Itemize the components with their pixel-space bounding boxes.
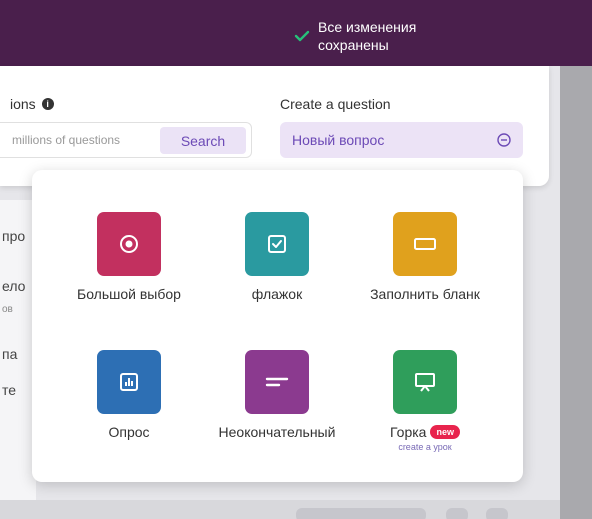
checkbox-icon: [268, 235, 286, 253]
background-list: про ело ов па те: [0, 200, 36, 510]
question-type-fill-blank[interactable]: Заполнить бланк: [350, 212, 500, 302]
save-status-text: Все изменения сохранены: [318, 18, 448, 54]
multiple-choice-tile: [97, 212, 161, 276]
top-bar: Все изменения сохранены: [0, 0, 592, 66]
bottom-control: [446, 508, 468, 519]
slide-tile: [393, 350, 457, 414]
background-text: ов: [2, 304, 13, 315]
search-box: millions of questions Search: [0, 122, 252, 158]
slide-icon: [415, 373, 435, 392]
create-question-dropdown[interactable]: Новый вопрос: [280, 122, 523, 158]
info-icon[interactable]: i: [41, 98, 54, 110]
question-type-checkbox[interactable]: флажок: [202, 212, 352, 302]
open-ended-tile: [245, 350, 309, 414]
poll-icon: [120, 373, 138, 391]
poll-tile: [97, 350, 161, 414]
background-text: па: [2, 346, 18, 362]
create-question-label: Create a question: [280, 96, 391, 112]
collapse-icon[interactable]: [497, 133, 511, 147]
bottom-control: [486, 508, 508, 519]
background-text: про: [2, 228, 26, 244]
checkbox-tile: [245, 212, 309, 276]
slide-label: Горка: [390, 424, 427, 440]
question-type-label: флажок: [202, 286, 352, 302]
question-type-label: Опрос: [54, 424, 204, 440]
question-type-poll[interactable]: Опрос: [54, 350, 204, 440]
blank-icon: [414, 238, 436, 250]
question-type-slide[interactable]: Горка new create a урок: [350, 350, 500, 452]
slide-sublabel: create a урок: [398, 442, 452, 452]
question-type-label: Неоконча­тельный: [202, 424, 352, 440]
new-badge: new: [430, 425, 460, 439]
poll-label: Опрос: [108, 424, 150, 440]
question-type-label: Заполнить бланк: [350, 286, 500, 302]
fill-blank-tile: [393, 212, 457, 276]
bottom-control: [296, 508, 426, 519]
right-gutter: [560, 66, 592, 519]
checkbox-label: флажок: [251, 286, 303, 302]
checkmark-icon: [294, 30, 310, 42]
background-text: ело: [2, 278, 26, 294]
question-type-label: Горка new: [350, 424, 500, 440]
background-text: те: [2, 382, 17, 398]
save-status-line1: Все изменения: [318, 19, 417, 35]
open-ended-icon: [265, 377, 289, 387]
radio-icon: [120, 235, 138, 253]
save-status-line2: сохранены: [318, 37, 389, 53]
question-type-menu: Большой выбор флажок Заполнить бланк Опр…: [32, 170, 523, 482]
question-type-label: Большой выбор: [54, 286, 204, 302]
search-label-text: ions: [10, 96, 36, 112]
fill-blank-label: Заполнить бланк: [370, 286, 480, 302]
bottom-toolbar: [0, 500, 560, 519]
search-input[interactable]: millions of questions: [12, 133, 120, 147]
multiple-choice-label: Большой выбор: [77, 286, 181, 302]
search-label: ions i: [10, 96, 54, 112]
save-status: Все изменения сохранены: [294, 18, 448, 54]
open-ended-label: Неоконча­тельный: [218, 424, 336, 440]
create-question-value: Новый вопрос: [292, 132, 385, 148]
question-header-card: ions i millions of questions Search Crea…: [0, 66, 549, 186]
search-button[interactable]: Search: [160, 127, 246, 154]
question-type-multiple-choice[interactable]: Большой выбор: [54, 212, 204, 302]
question-type-open-ended[interactable]: Неоконча­тельный: [202, 350, 352, 440]
